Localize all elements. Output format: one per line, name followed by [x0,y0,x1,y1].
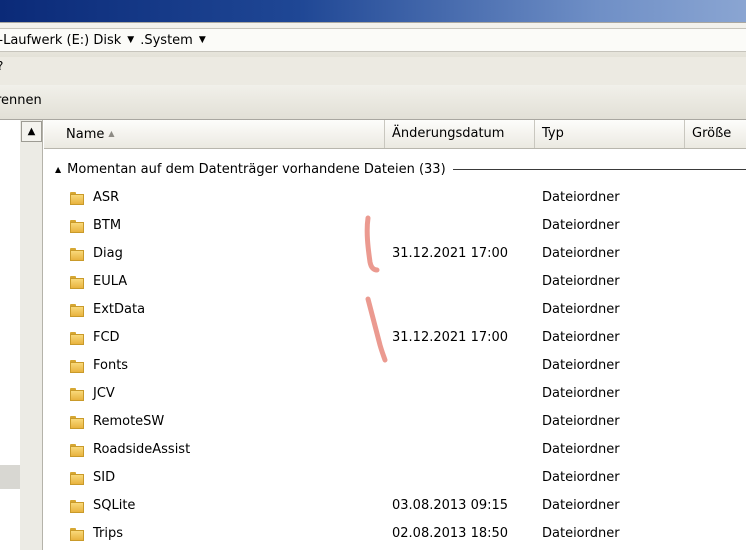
folder-icon [70,388,84,401]
breadcrumb-label: /-Laufwerk (E:) Disk [0,32,122,48]
file-row[interactable]: BTM Dateiordner [44,212,746,240]
file-type: Dateiordner [542,302,620,317]
chevron-down-icon[interactable]: ▼ [199,35,206,45]
file-row[interactable]: ASR Dateiordner [44,184,746,212]
file-name: SID [93,470,116,485]
file-modified-date: 31.12.2021 17:00 [392,246,509,261]
breadcrumb-item-system[interactable]: .System ▼ [140,33,212,48]
file-name: Trips [93,526,124,541]
column-header-type[interactable]: Typ [535,120,685,148]
file-name: Fonts [93,358,129,373]
file-row[interactable]: RemoteSW Dateiordner [44,408,746,436]
menu-bar: ? [0,57,746,85]
folder-icon [70,500,84,513]
file-row[interactable]: SID Dateiordner [44,464,746,492]
file-row[interactable]: FCD 31.12.2021 17:00 Dateiordner [44,324,746,352]
file-type: Dateiordner [542,246,620,261]
column-header-date[interactable]: Änderungsdatum [385,120,535,148]
file-modified-date: 03.08.2013 09:15 [392,498,509,513]
file-modified-date: 31.12.2021 17:00 [392,330,509,345]
breadcrumb-item-drive[interactable]: /-Laufwerk (E:) Disk ▼ [0,33,140,48]
file-type: Dateiordner [542,470,620,485]
column-header-label: Größe [692,126,732,141]
folder-icon [70,248,84,261]
group-label: Momentan auf dem Datenträger vorhandene … [67,161,446,177]
file-type: Dateiordner [542,190,620,205]
breadcrumb-label: .System [140,32,193,48]
file-row[interactable]: Trips 02.08.2013 18:50 Dateiordner [44,520,746,548]
file-row[interactable]: Diag 31.12.2021 17:00 Dateiordner [44,240,746,268]
file-type: Dateiordner [542,218,620,233]
file-type: Dateiordner [542,330,620,345]
file-type: Dateiordner [542,498,620,513]
collapse-triangle-icon[interactable]: ▲ [55,165,61,174]
folder-icon [70,360,84,373]
column-header-size[interactable]: Größe [685,120,746,148]
column-header-name[interactable]: Name ▲ [44,120,385,148]
file-row[interactable]: Fonts Dateiordner [44,352,746,380]
menu-item-help[interactable]: ? [0,59,3,73]
file-modified-date: 02.08.2013 18:50 [392,526,509,541]
file-row[interactable]: JCV Dateiordner [44,380,746,408]
folder-icon [70,192,84,205]
navigation-scrollbar[interactable]: ▲ [20,120,43,550]
file-name: FCD [93,330,120,345]
chevron-down-icon[interactable]: ▼ [127,35,134,45]
file-name: SQLite [93,498,136,513]
column-header-bar: Name ▲ Änderungsdatum Typ Größe [44,120,746,149]
file-list: Name ▲ Änderungsdatum Typ Größe ▲ Momenta… [44,120,746,550]
group-divider [452,168,746,170]
file-type: Dateiordner [542,414,620,429]
file-row[interactable]: RoadsideAssist Dateiordner [44,436,746,464]
breadcrumb: /-Laufwerk (E:) Disk ▼ .System ▼ [0,28,746,52]
folder-icon [70,220,84,233]
file-type: Dateiordner [542,526,620,541]
folder-icon [70,304,84,317]
address-bar[interactable]: /-Laufwerk (E:) Disk ▼ .System ▼ [0,22,746,58]
file-name: RoadsideAssist [93,442,191,457]
sort-ascending-icon: ▲ [108,129,115,138]
file-name: Diag [93,246,123,261]
file-name: RemoteSW [93,414,165,429]
file-row[interactable]: EULA Dateiordner [44,268,746,296]
file-name: ASR [93,190,120,205]
file-type: Dateiordner [542,442,620,457]
folder-icon [70,444,84,457]
burn-button[interactable]: rennen [0,93,42,108]
folder-icon [70,416,84,429]
folder-icon [70,528,84,541]
window-titlebar [0,0,746,22]
navigation-pane[interactable] [0,120,21,550]
column-header-label: Typ [542,126,564,141]
file-name: EULA [93,274,128,289]
file-name: ExtData [93,302,146,317]
folder-icon [70,472,84,485]
file-type: Dateiordner [542,358,620,373]
column-header-label: Änderungsdatum [392,126,505,141]
scroll-up-arrow-icon[interactable]: ▲ [21,121,42,142]
folder-icon [70,276,84,289]
file-type: Dateiordner [542,386,620,401]
folder-icon [70,332,84,345]
navigation-selected-item[interactable] [0,465,20,489]
file-row[interactable]: ExtData Dateiordner [44,296,746,324]
file-type: Dateiordner [542,274,620,289]
file-rows: ASR Dateiordner BTM Dateiordner Diag 31.12.20… [44,184,746,548]
column-header-label: Name [66,127,105,142]
group-header[interactable]: ▲ Momentan auf dem Datenträger vorhanden… [44,158,746,180]
command-bar: rennen [0,85,746,120]
file-name: JCV [93,386,115,401]
file-row[interactable]: SQLite 03.08.2013 09:15 Dateiordner [44,492,746,520]
file-name: BTM [93,218,122,233]
